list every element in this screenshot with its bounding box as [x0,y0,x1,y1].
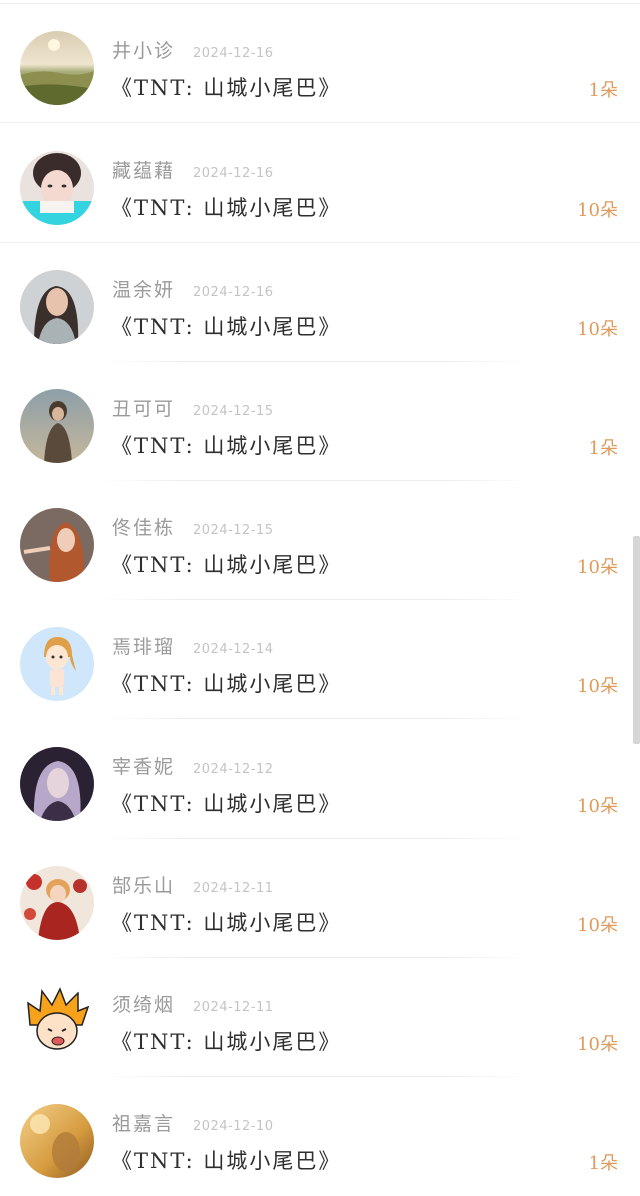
flower-count: 10朵 [577,319,618,340]
user-name[interactable]: 温余妍 [112,275,175,302]
user-name[interactable]: 郜乐山 [112,871,175,898]
flower-count: 10朵 [577,915,618,936]
row-divider [100,718,530,719]
list-item[interactable]: 佟佳栋 2024-12-15 《TNT: 山城小尾巴》 10朵 [0,481,640,600]
flower-count: 10朵 [577,200,618,221]
list-item[interactable]: 郜乐山 2024-12-11 《TNT: 山城小尾巴》 10朵 [0,839,640,958]
redhead-woman-avatar[interactable] [20,508,94,582]
gift-title: 《TNT: 山城小尾巴》 [111,315,342,339]
flower-count: 10朵 [577,796,618,817]
girl-sky-avatar[interactable] [20,389,94,463]
user-name[interactable]: 焉琲瑠 [112,632,175,659]
gift-date: 2024-12-16 [193,166,274,181]
flower-count: 1朵 [588,1153,618,1174]
woman-portrait-avatar[interactable] [20,270,94,344]
list-item[interactable]: 丑可可 2024-12-15 《TNT: 山城小尾巴》 1朵 [0,362,640,481]
gift-title: 《TNT: 山城小尾巴》 [111,1149,342,1173]
gift-date: 2024-12-15 [193,404,274,419]
landscape-sunset-avatar[interactable] [20,31,94,105]
flower-count: 10朵 [577,1034,618,1055]
flower-count: 1朵 [588,438,618,459]
purple-hair-avatar[interactable] [20,747,94,821]
gift-title: 《TNT: 山城小尾巴》 [111,76,342,100]
list-item[interactable]: 井小诊 2024-12-16 《TNT: 山城小尾巴》 1朵 [0,4,640,123]
user-name[interactable]: 祖嘉言 [112,1109,175,1136]
list-item[interactable]: 温余妍 2024-12-16 《TNT: 山城小尾巴》 10朵 [0,243,640,362]
orange-anime-avatar[interactable] [20,985,94,1059]
gift-title: 《TNT: 山城小尾巴》 [111,196,342,220]
gift-title: 《TNT: 山城小尾巴》 [111,792,342,816]
gift-date: 2024-12-11 [193,881,274,896]
gift-date: 2024-12-16 [193,46,274,61]
gift-date: 2024-12-11 [193,1000,274,1015]
list-item[interactable]: 焉琲瑠 2024-12-14 《TNT: 山城小尾巴》 10朵 [0,600,640,719]
gift-title: 《TNT: 山城小尾巴》 [111,672,342,696]
row-divider [0,122,640,123]
gift-date: 2024-12-10 [193,1119,274,1134]
user-name[interactable]: 藏蕴藉 [112,156,175,183]
list-item[interactable]: 藏蕴藉 2024-12-16 《TNT: 山城小尾巴》 10朵 [0,124,640,243]
user-name[interactable]: 宰香妮 [112,752,175,779]
gift-title: 《TNT: 山城小尾巴》 [111,911,342,935]
flower-count: 10朵 [577,676,618,697]
anime-red-avatar[interactable] [20,866,94,940]
user-name[interactable]: 须绮烟 [112,990,175,1017]
gift-title: 《TNT: 山城小尾巴》 [111,553,342,577]
gift-date: 2024-12-14 [193,642,274,657]
gift-title: 《TNT: 山城小尾巴》 [111,1030,342,1054]
user-name[interactable]: 井小诊 [112,36,175,63]
list-item[interactable]: 祖嘉言 2024-12-10 《TNT: 山城小尾巴》 1朵 [0,1077,640,1196]
golden-autumn-avatar[interactable] [20,1104,94,1178]
user-name[interactable]: 佟佳栋 [112,513,175,540]
gift-title: 《TNT: 山城小尾巴》 [111,434,342,458]
scrollbar[interactable] [633,536,640,744]
gift-date: 2024-12-12 [193,762,274,777]
gift-date: 2024-12-15 [193,523,274,538]
gift-date: 2024-12-16 [193,285,274,300]
boy-portrait-avatar[interactable] [20,151,94,225]
flower-count: 10朵 [577,557,618,578]
list-item[interactable]: 宰香妮 2024-12-12 《TNT: 山城小尾巴》 10朵 [0,720,640,839]
cartoon-girl-avatar[interactable] [20,627,94,701]
user-name[interactable]: 丑可可 [112,394,175,421]
list-item[interactable]: 须绮烟 2024-12-11 《TNT: 山城小尾巴》 10朵 [0,958,640,1077]
flower-count: 1朵 [588,80,618,101]
